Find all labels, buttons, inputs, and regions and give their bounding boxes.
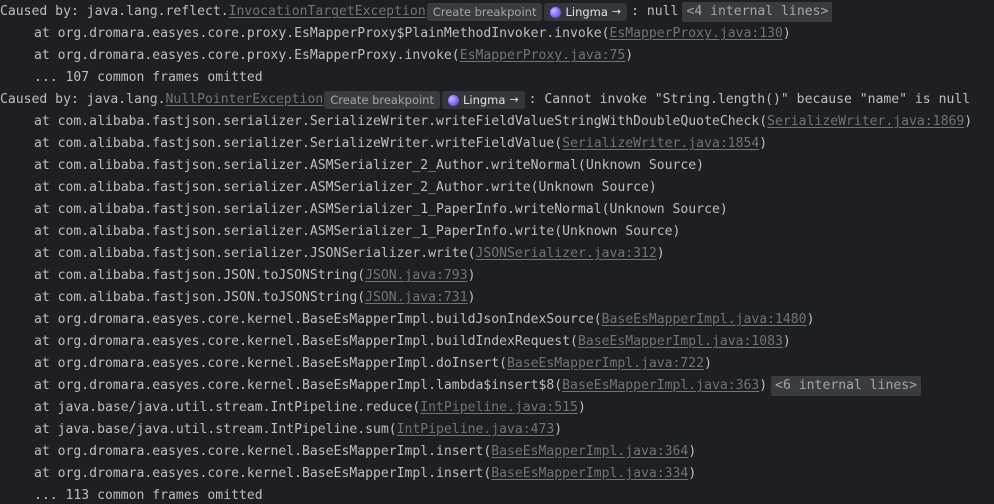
frame-text: at com.alibaba.fastjson.serializer.Seria…	[34, 136, 563, 151]
frame-close: )	[577, 400, 586, 415]
stack-line: at com.alibaba.fastjson.serializer.ASMSe…	[0, 221, 680, 243]
stack-line: at com.alibaba.fastjson.serializer.JSONS…	[0, 243, 665, 265]
stack-line: at org.dromara.easyes.core.kernel.BaseEs…	[0, 441, 696, 463]
frame-close: )	[806, 312, 815, 327]
stack-line: at org.dromara.easyes.core.proxy.EsMappe…	[0, 23, 791, 45]
frame-close: )	[554, 422, 563, 437]
frame-text: at org.dromara.easyes.core.kernel.BaseEs…	[34, 334, 578, 349]
source-link[interactable]: JSON.java:793	[365, 265, 467, 287]
source-link[interactable]: JSON.java:731	[365, 287, 467, 309]
source-link[interactable]: BaseEsMapperImpl.java:1083	[578, 331, 783, 353]
frame-text: at com.alibaba.fastjson.serializer.Seria…	[34, 114, 768, 129]
source-link[interactable]: EsMapperProxy.java:130	[609, 23, 782, 45]
frame-text: at com.alibaba.fastjson.JSON.toJSONStrin…	[34, 290, 366, 305]
stack-line: at java.base/java.util.stream.IntPipelin…	[0, 419, 562, 441]
frames-omitted: ... 107 common frames omitted	[34, 70, 263, 85]
source-link[interactable]: BaseEsMapperImpl.java:1480	[602, 309, 807, 331]
source-link[interactable]: EsMapperProxy.java:75	[460, 45, 626, 67]
frame-close: )	[759, 378, 768, 393]
frame-text: at com.alibaba.fastjson.serializer.ASMSe…	[34, 180, 657, 195]
arrow-right-icon: →	[509, 93, 519, 106]
lingma-button[interactable]: Lingma →	[441, 91, 525, 109]
stack-line: at com.alibaba.fastjson.serializer.ASMSe…	[0, 177, 657, 199]
frame-close: )	[964, 114, 973, 129]
lingma-button[interactable]: Lingma →	[544, 3, 628, 21]
frame-close: )	[467, 268, 476, 283]
frame-text: at java.base/java.util.stream.IntPipelin…	[34, 400, 421, 415]
frame-close: )	[688, 444, 697, 459]
frame-close: )	[656, 246, 665, 261]
frame-close: )	[759, 136, 768, 151]
frame-text: at com.alibaba.fastjson.JSON.toJSONStrin…	[34, 268, 366, 283]
frame-text: at org.dromara.easyes.core.proxy.EsMappe…	[34, 26, 610, 41]
frames-omitted: ... 113 common frames omitted	[34, 488, 263, 503]
source-link[interactable]: SerializeWriter.java:1869	[767, 111, 964, 133]
stack-line: at org.dromara.easyes.core.kernel.BaseEs…	[0, 353, 712, 375]
create-breakpoint-button[interactable]: Create breakpoint	[324, 91, 440, 109]
exception-class-link[interactable]: NullPointerException	[166, 89, 324, 111]
lingma-label: Lingma	[565, 5, 608, 19]
source-link[interactable]: BaseEsMapperImpl.java:334	[491, 463, 688, 485]
lingma-icon	[447, 94, 459, 106]
frame-text: at org.dromara.easyes.core.proxy.EsMappe…	[34, 48, 460, 63]
stack-line: at org.dromara.easyes.core.kernel.BaseEs…	[0, 463, 696, 485]
arrow-right-icon: →	[611, 5, 622, 18]
frame-close: )	[782, 26, 791, 41]
frame-close: )	[467, 290, 476, 305]
stack-line: at com.alibaba.fastjson.serializer.ASMSe…	[0, 199, 728, 221]
frame-text: at com.alibaba.fastjson.serializer.ASMSe…	[34, 158, 705, 173]
frame-text: at org.dromara.easyes.core.kernel.BaseEs…	[34, 356, 507, 371]
stack-line: at org.dromara.easyes.core.kernel.BaseEs…	[0, 375, 922, 397]
stack-line: at org.dromara.easyes.core.kernel.BaseEs…	[0, 331, 791, 353]
lingma-icon	[550, 6, 562, 18]
exception-message: : Cannot invoke "String.length()" becaus…	[528, 92, 971, 107]
stack-line: at org.dromara.easyes.core.proxy.EsMappe…	[0, 45, 633, 67]
stack-line: Caused by: java.lang. NullPointerExceptio…	[0, 89, 970, 111]
frame-text: at org.dromara.easyes.core.kernel.BaseEs…	[34, 466, 492, 481]
frame-text: at org.dromara.easyes.core.kernel.BaseEs…	[34, 444, 492, 459]
stack-line: at com.alibaba.fastjson.serializer.Seria…	[0, 111, 972, 133]
stack-line: at com.alibaba.fastjson.JSON.toJSONStrin…	[0, 265, 475, 287]
lingma-label: Lingma	[462, 93, 506, 107]
source-link[interactable]: SerializeWriter.java:1854	[562, 133, 759, 155]
exception-message: : null	[631, 4, 679, 19]
frame-close: )	[704, 356, 712, 371]
stack-line: at com.alibaba.fastjson.serializer.ASMSe…	[0, 155, 704, 177]
source-link[interactable]: BaseEsMapperImpl.java:364	[491, 441, 688, 463]
stack-line: at org.dromara.easyes.core.kernel.BaseEs…	[0, 309, 814, 331]
stack-line: Caused by: java.lang.reflect. InvocationT…	[0, 1, 833, 23]
stack-line: ... 113 common frames omitted	[0, 485, 263, 504]
frame-close: )	[688, 466, 697, 481]
internal-lines-fold[interactable]: <6 internal lines>	[771, 376, 922, 396]
frame-text: at org.dromara.easyes.core.kernel.BaseEs…	[34, 312, 602, 327]
stack-line: at com.alibaba.fastjson.serializer.Seria…	[0, 133, 767, 155]
frame-close: )	[625, 48, 634, 63]
source-link[interactable]: BaseEsMapperImpl.java:722	[507, 353, 704, 375]
source-link[interactable]: BaseEsMapperImpl.java:363	[562, 375, 759, 397]
stack-line: ... 107 common frames omitted	[0, 67, 263, 89]
stack-line: at com.alibaba.fastjson.JSON.toJSONStrin…	[0, 287, 475, 309]
caused-by-prefix: Caused by: java.lang.	[0, 92, 166, 107]
frame-text: at com.alibaba.fastjson.serializer.JSONS…	[34, 246, 476, 261]
source-link[interactable]: IntPipeline.java:473	[397, 419, 555, 441]
frame-text: at java.base/java.util.stream.IntPipelin…	[34, 422, 397, 437]
frame-text: at com.alibaba.fastjson.serializer.ASMSe…	[34, 224, 681, 239]
caused-by-prefix: Caused by: java.lang.reflect.	[0, 4, 229, 19]
source-link[interactable]: JSONSerializer.java:312	[475, 243, 656, 265]
frame-text: at org.dromara.easyes.core.kernel.BaseEs…	[34, 378, 563, 393]
console-output: Caused by: java.lang.reflect. InvocationT…	[0, 0, 994, 504]
frame-close: )	[782, 334, 791, 349]
internal-lines-fold[interactable]: <4 internal lines>	[682, 2, 833, 22]
create-breakpoint-button[interactable]: Create breakpoint	[426, 3, 543, 21]
frame-text: at com.alibaba.fastjson.serializer.ASMSe…	[34, 202, 728, 217]
stack-line: at java.base/java.util.stream.IntPipelin…	[0, 397, 586, 419]
source-link[interactable]: IntPipeline.java:515	[420, 397, 578, 419]
exception-class-link[interactable]: InvocationTargetException	[229, 1, 426, 23]
